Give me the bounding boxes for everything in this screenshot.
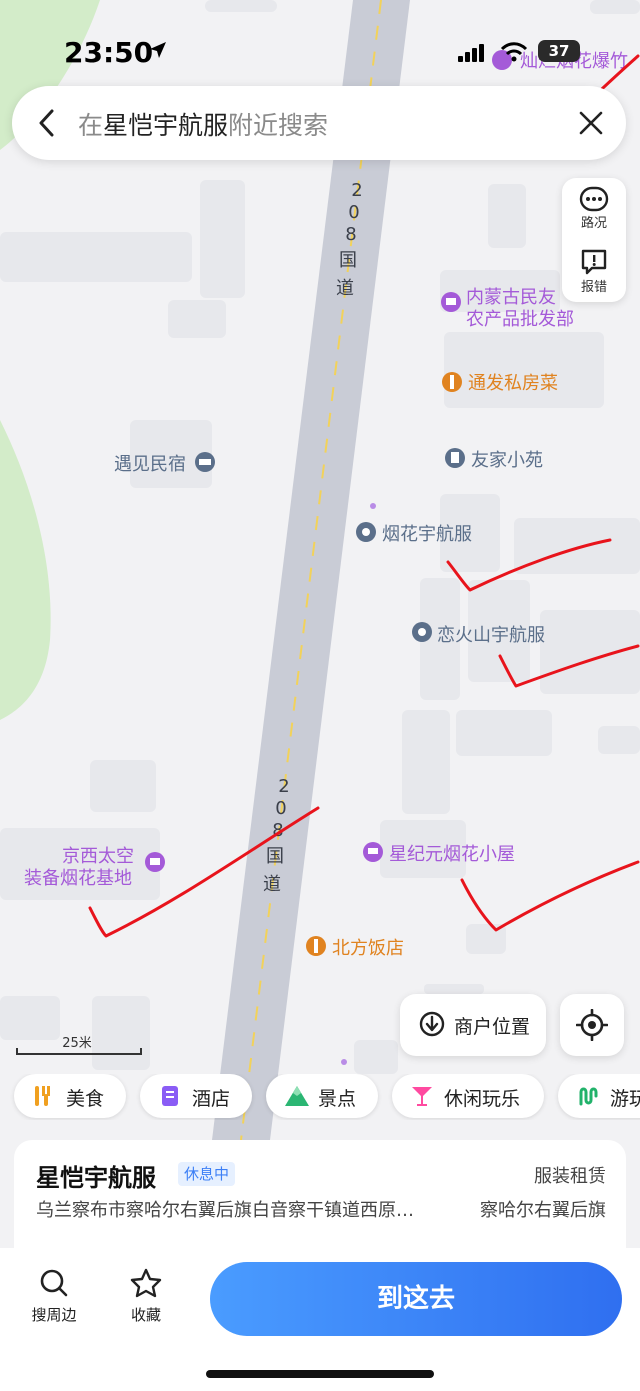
traffic-icon [579,186,609,212]
svg-text:通发私房菜: 通发私房菜 [468,373,558,394]
svg-text:友家小苑: 友家小苑 [471,450,543,471]
search-place: 星恺宇航服 [103,111,229,140]
location-arrow-icon [150,42,166,58]
svg-text:京西太空: 京西太空 [62,846,134,867]
place-name: 星恺宇航服 [36,1164,156,1192]
chip-scenic-label: 景点 [318,1088,357,1110]
close-icon[interactable] [578,110,604,136]
chip-food-label: 美食 [66,1088,105,1110]
food-icon [35,1086,50,1106]
chip-hotel[interactable]: 酒店 [140,1074,252,1118]
road-label-char: 国 [266,846,284,867]
status-time: 23:50 [64,36,154,69]
back-icon[interactable] [38,108,56,138]
battery-indicator: 37 [538,40,580,62]
location-pin-icon [419,1011,445,1037]
report-icon [581,249,607,275]
svg-text:星纪元烟花小屋: 星纪元烟花小屋 [389,844,515,865]
status-bar: 23:50 37 [0,0,640,100]
svg-text:农产品批发部: 农产品批发部 [466,309,574,330]
nearby-label: 搜周边 [31,1306,77,1324]
road-label-char: 0 [275,798,286,819]
traffic-button[interactable]: 路况 [562,186,626,231]
search-bar[interactable]: 在星恺宇航服附近搜索 [12,86,626,160]
signal-icon [458,44,484,62]
go-here-button[interactable]: 到这去 [210,1262,622,1336]
star-icon [130,1268,162,1298]
chip-food[interactable]: 美食 [14,1074,126,1118]
map-tools: 路况 报错 [562,178,626,302]
chip-tour-label: 游玩 [610,1088,640,1110]
bottom-action-bar: 搜周边 收藏 到这去 [0,1248,640,1391]
svg-text:恋火山宇航服: 恋火山宇航服 [437,624,545,646]
road-label-char: 8 [345,224,356,245]
road-label-char: 2 [278,776,289,797]
svg-text:遇见民宿: 遇见民宿 [114,454,186,475]
place-address: 乌兰察布市察哈尔右翼后旗白音察干镇道西原… [36,1200,414,1221]
favorite-label: 收藏 [130,1306,161,1324]
report-label: 报错 [580,280,607,295]
status-badge: 休息中 [178,1162,236,1186]
chip-tour[interactable]: 游玩 [558,1074,640,1118]
hotel-doc-icon [162,1086,178,1106]
road-label-char: 2 [351,180,362,201]
merchant-location-label: 商户位置 [454,1016,531,1038]
search-prefix: 在 [78,111,104,140]
chip-hotel-label: 酒店 [192,1088,231,1110]
svg-text:装备烟花基地: 装备烟花基地 [24,868,132,889]
home-indicator [206,1370,434,1378]
nearby-search-button[interactable]: 搜周边 [24,1268,84,1325]
place-district: 察哈尔右翼后旗 [480,1200,606,1221]
report-button[interactable]: 报错 [562,248,626,295]
road-label-char: 国 [339,250,357,271]
svg-text:内蒙古民友: 内蒙古民友 [466,287,556,308]
cocktail-icon [412,1087,432,1106]
search-icon [40,1269,68,1297]
svg-text:烟花宇航服: 烟花宇航服 [382,524,472,545]
chip-scenic[interactable]: 景点 [266,1074,378,1118]
search-text[interactable]: 在星恺宇航服附近搜索 [78,106,328,142]
merchant-location-button[interactable]: 商户位置 [400,994,546,1056]
search-suffix: 附近搜索 [228,111,329,140]
scale-bar [16,1048,142,1055]
crosshair-icon [576,1009,608,1041]
road-label-char: 道 [336,278,354,299]
favorite-button[interactable]: 收藏 [116,1268,176,1325]
wifi-icon [500,42,528,62]
svg-text:北方饭店: 北方饭店 [332,938,404,959]
route-icon [579,1087,598,1106]
chip-leisure-label: 休闲玩乐 [444,1088,521,1110]
category-chips: 美食 酒店 景点 休闲玩乐 游玩 [0,1074,640,1120]
road-label-char: 道 [263,874,281,895]
road-label-char: 0 [348,202,359,223]
mountain-icon [285,1086,309,1106]
chip-leisure[interactable]: 休闲玩乐 [392,1074,544,1118]
traffic-label: 路况 [580,216,607,231]
place-category: 服装租赁 [534,1166,606,1187]
locate-me-button[interactable] [560,994,624,1056]
